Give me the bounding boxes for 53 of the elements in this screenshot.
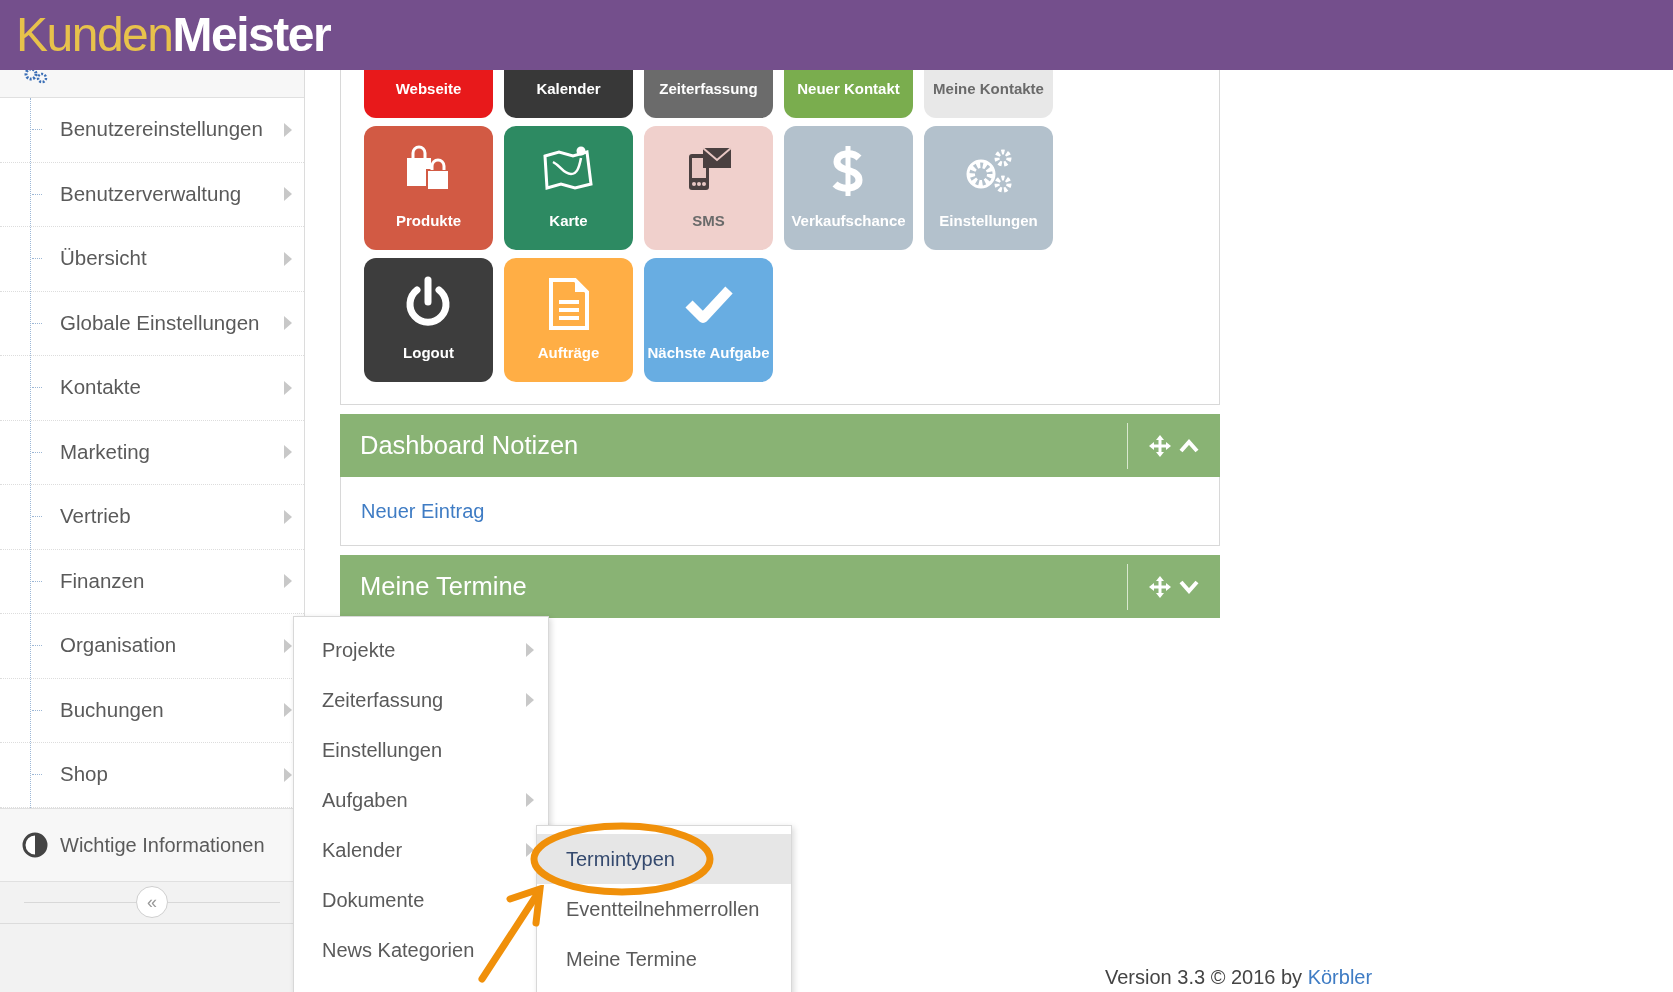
sidebar-item-label: Globale Einstellungen — [60, 309, 261, 336]
submenu-item[interactable]: Termintypen — [537, 834, 791, 884]
tile-button[interactable]: Webseite — [364, 70, 493, 118]
tile-button[interactable]: Logout — [364, 258, 493, 382]
menu-item-label: Projekte — [322, 638, 397, 663]
tile-button[interactable]: Karte — [504, 126, 633, 250]
menu-item-label: News Kategorien — [322, 938, 476, 963]
sidebar-item[interactable]: Marketing — [0, 420, 304, 485]
sidebar-item-label: Kontakte — [60, 374, 142, 401]
tile-button[interactable]: SMS — [644, 126, 773, 250]
sidebar-item-label: Benutzereinstellungen — [60, 116, 264, 143]
move-icon — [1149, 434, 1171, 457]
submenu-item-label: Termintypen — [566, 847, 675, 872]
sidebar-item[interactable]: Finanzen — [0, 549, 304, 614]
menu-item-label: Aufgaben — [322, 788, 409, 813]
submenu-item[interactable]: Meine Termine — [537, 934, 791, 984]
sidebar-item-label: Vertrieb — [60, 503, 132, 530]
sidebar-item[interactable]: Globale Einstellungen — [0, 291, 304, 356]
tile-button[interactable]: Kalender — [504, 70, 633, 118]
chevron-up-icon[interactable] — [1179, 438, 1199, 453]
move-icon — [1149, 575, 1171, 598]
menu-item-label: Dokumente — [322, 888, 426, 913]
tile-button[interactable]: Meine Kontakte — [924, 70, 1053, 118]
panel-title: Meine Termine — [360, 571, 528, 603]
sidebar-item[interactable]: Übersicht — [0, 227, 304, 292]
gear-icon — [22, 70, 50, 84]
submenu-item-label: Eventteilnehmerrollen — [566, 897, 760, 922]
sidebar-item-label: Marketing — [60, 438, 151, 465]
author-link[interactable]: Körbler — [1307, 966, 1373, 988]
sidebar-item-label: Übersicht — [60, 245, 148, 272]
sidebar-item-label: Benutzerverwaltung — [60, 180, 243, 207]
sidebar-item[interactable]: Kontakte — [0, 356, 304, 421]
logo[interactable]: KundenMeister — [16, 11, 331, 59]
menu-item-label: Zeiterfassung — [322, 688, 445, 713]
submenu-item-label: Meine Termine — [566, 947, 697, 972]
menu-item-label: Kalender — [322, 838, 404, 863]
panel-title: Dashboard Notizen — [360, 430, 580, 462]
sidebar-item-label: Shop — [60, 761, 109, 788]
footer-text: Version 3.3 © 2016 by Körbler — [1105, 966, 1373, 988]
tile-button[interactable]: Produkte — [364, 126, 493, 250]
sidebar-item[interactable]: Benutzerverwaltung — [0, 162, 304, 227]
contrast-icon — [22, 831, 48, 858]
sidebar-item-label: Buchungen — [60, 696, 165, 723]
sidebar-item-label: Finanzen — [60, 567, 146, 594]
menu-item-label: Einstellungen — [322, 738, 444, 763]
sidebar-item[interactable]: Benutzereinstellungen — [0, 98, 304, 163]
sidebar-item-label: Organisation — [60, 632, 178, 659]
new-entry-link[interactable]: Neuer Eintrag — [361, 496, 485, 526]
submenu-item[interactable]: Eventteilnehmerrollen — [537, 884, 791, 934]
info-label: Wichtige Informationen — [60, 832, 265, 858]
sidebar-item[interactable]: Vertrieb — [0, 485, 304, 550]
chevron-down-icon[interactable] — [1179, 579, 1199, 594]
tile-button[interactable]: Zeiterfassung — [644, 70, 773, 118]
